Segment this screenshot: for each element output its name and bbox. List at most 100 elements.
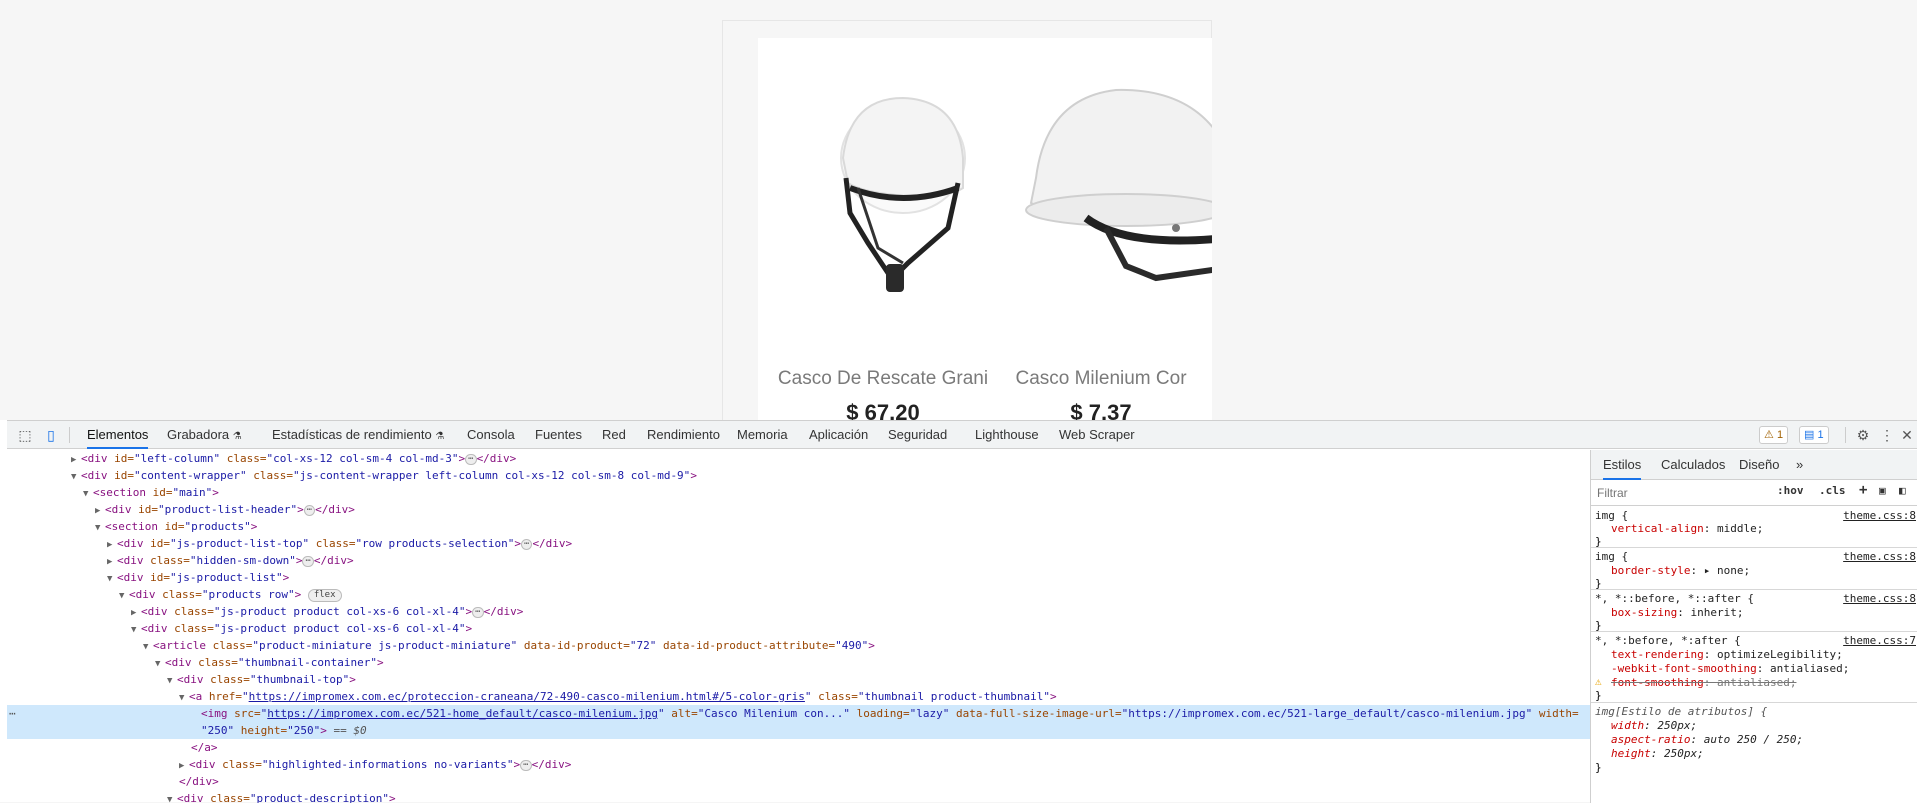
tab-security[interactable]: Seguridad <box>888 421 947 449</box>
dom-node[interactable]: ▼ <div class="js-product product col-xs-6… <box>7 620 1590 637</box>
attr-name: loading= <box>850 707 910 720</box>
device-toolbar-icon[interactable]: ▯ <box>41 425 61 445</box>
styles-filter-input[interactable] <box>1597 483 1767 503</box>
gear-icon[interactable]: ⚙ <box>1853 425 1873 445</box>
collapsed-ellipsis[interactable]: ⋯ <box>465 453 477 465</box>
attr-name: src= <box>234 707 261 720</box>
dom-node[interactable]: ▼ <div class="thumbnail-top"> <box>7 671 1590 688</box>
rule-property[interactable]: text-rendering: optimizeLegibility; <box>1611 648 1843 662</box>
more-tabs-icon[interactable]: » <box>1796 450 1803 480</box>
collapse-arrow-icon[interactable]: ▼ <box>167 792 177 803</box>
attr-value: "thumbnail product-thumbnail" <box>857 690 1050 703</box>
selector-text: img { <box>1595 550 1629 563</box>
dom-node[interactable]: ▶ <div id="product-list-header"> ⋯ </div> <box>7 501 1590 518</box>
dom-node[interactable]: ▶ <div id="left-column" class="col-xs-12 … <box>7 450 1590 467</box>
tag-open: <div <box>189 758 223 771</box>
inspect-element-icon[interactable]: ⬚ <box>15 425 35 445</box>
prop-name: height <box>1611 747 1651 760</box>
close-icon[interactable]: ✕ <box>1897 425 1917 445</box>
tab-application[interactable]: Aplicación <box>809 421 868 449</box>
rule-source-link[interactable]: theme.css:7 <box>1843 634 1916 647</box>
dom-node[interactable]: ▼ <div class="thumbnail-container"> <box>7 654 1590 671</box>
rule-property[interactable]: box-sizing: inherit; <box>1611 606 1743 620</box>
sidebar-toggle-icon[interactable]: ◧ <box>1899 484 1906 497</box>
messages-badge[interactable]: ▤ 1 <box>1799 426 1829 444</box>
src-link[interactable]: https://impromex.com.ec/521-home_default… <box>267 707 658 720</box>
hover-state-toggle[interactable]: :hov <box>1777 484 1804 497</box>
attr-name: alt= <box>664 707 698 720</box>
dom-node[interactable]: ▼ <a href="https://impromex.com.ec/protec… <box>7 688 1590 705</box>
product-item[interactable]: Casco Milenium Cor $ 7.37 <box>976 38 1212 420</box>
paint-icon[interactable]: ▣ <box>1879 484 1886 497</box>
more-options-icon[interactable]: ⋮ <box>1877 425 1897 445</box>
dom-node[interactable]: ▶ <div id="js-product-list-top" class="ro… <box>7 535 1590 552</box>
rule-property: width: 250px; <box>1611 719 1697 733</box>
href-link[interactable]: https://impromex.com.ec/proteccion-crane… <box>249 690 805 703</box>
rule-property[interactable]: -webkit-font-smoothing: antialiased; <box>1611 662 1849 676</box>
tab-network[interactable]: Red <box>602 421 626 449</box>
warning-icon[interactable]: ⚠ <box>1595 675 1602 688</box>
collapsed-ellipsis[interactable]: ⋯ <box>472 606 484 618</box>
dom-node[interactable]: ▼ <div class="product-description"> <box>7 790 1590 803</box>
dom-node[interactable]: ▼ <section id="main"> <box>7 484 1590 501</box>
warnings-badge[interactable]: ⚠ 1 <box>1759 426 1789 444</box>
attr-value: "product-list-header" <box>158 503 298 516</box>
rule-source-link[interactable]: theme.css:8 <box>1843 592 1916 605</box>
prop-name: -webkit-font-smoothing <box>1611 662 1757 675</box>
new-rule-icon[interactable]: + <box>1859 482 1867 498</box>
dom-node[interactable]: ▶ <div class="hidden-sm-down"> ⋯ </div> <box>7 552 1590 569</box>
collapsed-ellipsis[interactable]: ⋯ <box>302 555 314 567</box>
tab-web-scraper[interactable]: Web Scraper <box>1059 421 1135 449</box>
tab-performance-insights[interactable]: Estadísticas de rendimiento ⚗ <box>272 421 444 449</box>
dom-node[interactable]: ▼ <div class="products row"> flex <box>7 586 1590 603</box>
prop-colon: : <box>1650 747 1664 760</box>
tab-console[interactable]: Consola <box>467 421 515 449</box>
product-name[interactable]: Casco Milenium Cor <box>976 368 1212 390</box>
rule-close: } <box>1595 619 1602 632</box>
style-rule: img { theme.css:8 border-style: ▸ none; … <box>1591 549 1917 590</box>
product-item[interactable]: Casco De Rescate Grani $ 67.20 <box>758 38 1008 420</box>
dom-node[interactable]: </div> <box>7 773 1590 790</box>
tab-layout[interactable]: Diseño <box>1739 450 1779 480</box>
rule-property[interactable]: border-style: ▸ none; <box>1611 564 1750 578</box>
tab-memory[interactable]: Memoria <box>737 421 788 449</box>
prop-colon: : <box>1677 606 1691 619</box>
flex-badge[interactable]: flex <box>307 588 342 602</box>
dom-node[interactable]: </a> <box>7 739 1590 756</box>
attr-name: data-full-size-image-url= <box>949 707 1122 720</box>
tab-lighthouse[interactable]: Lighthouse <box>975 421 1039 449</box>
dom-node[interactable]: ▶ <div class="highlighted-informations no… <box>7 756 1590 773</box>
product-name[interactable]: Casco De Rescate Grani <box>758 368 1008 390</box>
dom-node-selected[interactable]: ⋯ <img src= "https://impromex.com.ec/521-h… <box>7 705 1590 722</box>
attr-value: "row products-selection" <box>355 537 515 550</box>
dom-node[interactable]: ▶ <div class="js-product product col-xs-6… <box>7 603 1590 620</box>
tab-computed[interactable]: Calculados <box>1661 450 1725 480</box>
rule-source-link[interactable]: theme.css:8 <box>1843 509 1916 522</box>
attr-name: id= <box>150 537 170 550</box>
dom-node[interactable]: ▼ <div id="content-wrapper" class="js-con… <box>7 467 1590 484</box>
class-toggle[interactable]: .cls <box>1819 484 1846 497</box>
helmet-rescue-image[interactable] <box>758 38 1008 348</box>
rule-selector[interactable]: *, *::before, *::after { <box>1595 592 1754 606</box>
rule-property-invalid[interactable]: font-smoothing: antialiased; <box>1611 676 1796 690</box>
tag-gt: > <box>458 452 466 465</box>
rule-selector[interactable]: img { <box>1595 550 1628 564</box>
rule-source-link[interactable]: theme.css:8 <box>1843 550 1916 563</box>
collapsed-ellipsis[interactable]: ⋯ <box>303 504 316 516</box>
rule-selector[interactable]: img { <box>1595 509 1628 523</box>
rule-property[interactable]: vertical-align: middle; <box>1611 522 1763 536</box>
dom-node-selected-cont[interactable]: "250" height="250"> == $0 <box>7 722 1590 739</box>
tab-sources[interactable]: Fuentes <box>535 421 582 449</box>
dom-node[interactable]: ▼ <div id="js-product-list"> <box>7 569 1590 586</box>
tab-performance[interactable]: Rendimiento <box>647 421 720 449</box>
tab-elements[interactable]: Elementos <box>87 421 149 449</box>
rule-selector[interactable]: *, *:before, *:after { <box>1595 634 1741 648</box>
dom-node[interactable]: ▼ <article class="product-miniature js-pr… <box>7 637 1590 654</box>
tab-styles[interactable]: Estilos <box>1603 450 1642 480</box>
collapsed-ellipsis[interactable]: ⋯ <box>521 538 533 550</box>
helmet-milenium-image[interactable] <box>976 38 1212 348</box>
more-actions-icon[interactable]: ⋯ <box>9 705 16 722</box>
collapsed-ellipsis[interactable]: ⋯ <box>520 759 532 771</box>
dom-node[interactable]: ▼ <section id="products"> <box>7 518 1590 535</box>
tab-recorder[interactable]: Grabadora ⚗ <box>167 421 242 449</box>
